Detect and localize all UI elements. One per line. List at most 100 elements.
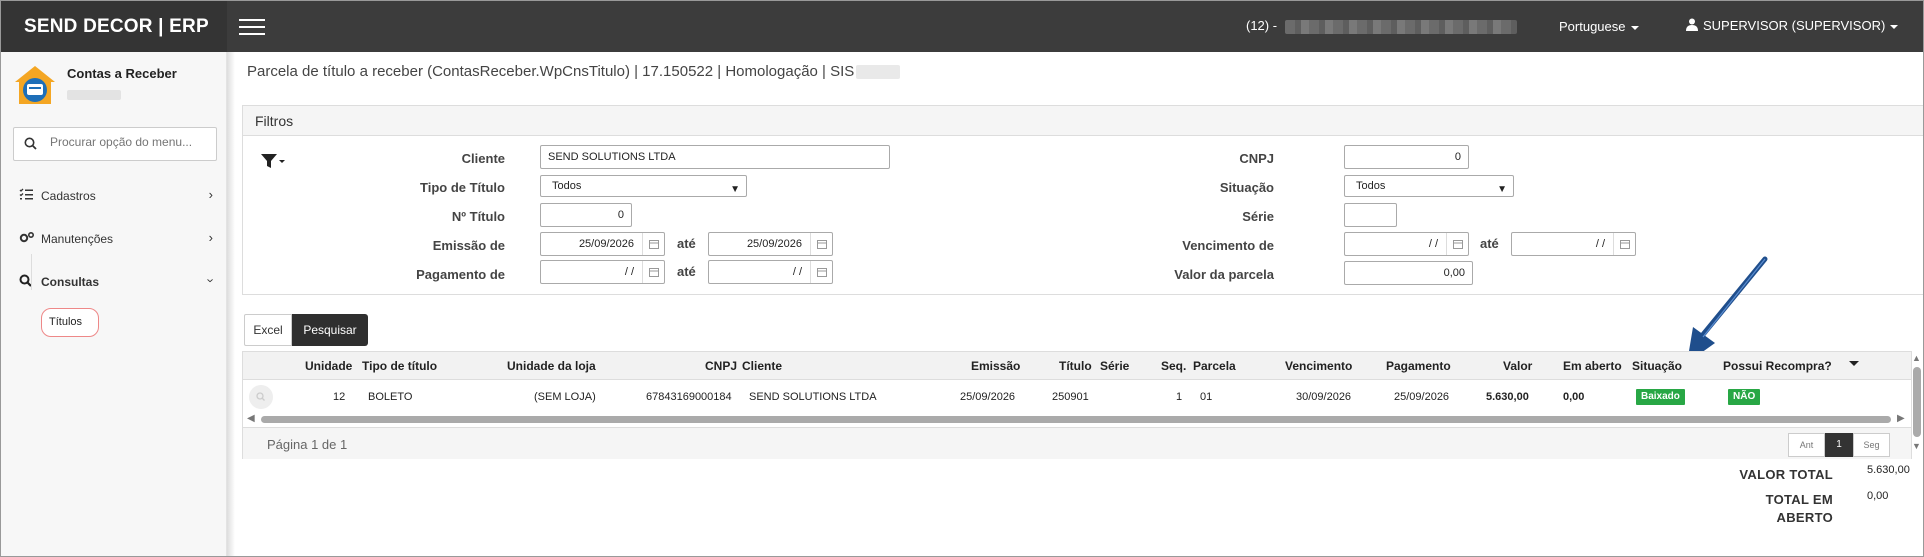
- valor-parcela-field[interactable]: 0,00: [1344, 261, 1473, 285]
- module-title: Contas a Receber: [67, 66, 177, 81]
- calendar-icon[interactable]: [642, 261, 664, 283]
- column-header[interactable]: Cliente: [742, 359, 782, 373]
- sidebar-subitem-label: Títulos: [49, 316, 83, 328]
- language-selector[interactable]: Portuguese: [1559, 19, 1639, 34]
- emissao-from-value: 25/09/2026: [578, 238, 634, 250]
- tipo-titulo-label: Tipo de Título: [420, 180, 505, 195]
- column-menu-icon[interactable]: [1849, 361, 1859, 366]
- results-table: Unidade Tipo de título Unidade da loja C…: [242, 351, 1912, 459]
- horizontal-scrollbar[interactable]: [261, 416, 1891, 423]
- emissao-from-field[interactable]: 25/09/2026: [540, 232, 665, 256]
- table-footer: Página 1 de 1 Ant 1 Seg: [243, 427, 1911, 459]
- cell-loja: (SEM LOJA): [534, 391, 596, 403]
- hamburger-menu-icon[interactable]: [239, 19, 265, 35]
- column-header[interactable]: Série: [1100, 359, 1129, 373]
- pagamento-to-field[interactable]: / /: [708, 260, 833, 284]
- column-header[interactable]: CNPJ: [705, 359, 737, 373]
- cnpj-label: CNPJ: [1239, 151, 1274, 166]
- row-detail-button[interactable]: [249, 385, 273, 409]
- situacao-select[interactable]: Todos ▼: [1344, 175, 1514, 197]
- valor-total-label: VALOR TOTAL: [1739, 467, 1833, 482]
- menu-search-input[interactable]: [50, 135, 210, 149]
- cliente-field[interactable]: SEND SOLUTIONS LTDA: [540, 145, 890, 169]
- column-header[interactable]: Situação: [1632, 359, 1682, 373]
- vencimento-to-value: / /: [1595, 238, 1605, 250]
- vencimento-from-value: / /: [1428, 238, 1438, 250]
- top-bar: SEND DECOR | ERP (12) - Portuguese SUPER…: [1, 1, 1923, 52]
- tipo-titulo-select[interactable]: Todos ▼: [540, 175, 747, 197]
- sidebar-item-label: Cadastros: [41, 189, 96, 203]
- search-button[interactable]: Pesquisar: [292, 314, 368, 346]
- column-header[interactable]: Tipo de título: [362, 359, 437, 373]
- sidebar-item-consultas[interactable]: Consultas ›: [1, 263, 227, 299]
- scroll-right-icon[interactable]: ▶: [1897, 413, 1905, 424]
- cell-cliente: SEND SOLUTIONS LTDA: [749, 391, 877, 403]
- company-selector[interactable]: (12) -: [1246, 18, 1517, 34]
- company-prefix: (12) -: [1246, 18, 1278, 33]
- situacao-label: Situação: [1219, 180, 1274, 195]
- cell-emissao: 25/09/2026: [960, 391, 1016, 403]
- cell-valor: 5.630,00: [1486, 391, 1529, 403]
- column-header[interactable]: Título: [1059, 359, 1092, 373]
- pagamento-from-field[interactable]: / /: [540, 260, 665, 284]
- page-title: Parcela de título a receber (ContasReceb…: [247, 63, 901, 80]
- calendar-icon[interactable]: [642, 233, 664, 255]
- vencimento-to-field[interactable]: / /: [1511, 232, 1636, 256]
- search-icon: [256, 392, 265, 401]
- excel-button[interactable]: Excel: [244, 314, 292, 346]
- column-header[interactable]: Unidade da loja: [507, 359, 596, 373]
- emissao-to-value: 25/09/2026: [746, 238, 802, 250]
- column-header[interactable]: Valor: [1503, 359, 1532, 373]
- column-header[interactable]: Possui Recompra?: [1723, 359, 1832, 373]
- chevron-right-icon: ›: [208, 230, 213, 245]
- calendar-icon[interactable]: [810, 233, 832, 255]
- chevron-down-icon: ›: [203, 278, 219, 283]
- prev-page-button[interactable]: Ant: [1788, 433, 1825, 457]
- chevron-right-icon: ›: [208, 187, 213, 202]
- column-header[interactable]: Vencimento: [1285, 359, 1352, 373]
- column-header[interactable]: Emissão: [971, 359, 1020, 373]
- cell-seq: 1: [1176, 391, 1183, 403]
- serie-label: Série: [1242, 209, 1274, 224]
- valor-parcela-label: Valor da parcela: [1174, 267, 1274, 282]
- user-icon: [1686, 18, 1698, 31]
- user-menu[interactable]: SUPERVISOR (SUPERVISOR): [1686, 18, 1899, 33]
- calendar-icon[interactable]: [1613, 233, 1635, 255]
- sidebar-item-manutencoes[interactable]: Manutenções ›: [1, 220, 227, 256]
- cnpj-field[interactable]: 0: [1344, 145, 1469, 169]
- sidebar-item-cadastros[interactable]: Cadastros ›: [1, 177, 227, 213]
- emissao-to-field[interactable]: 25/09/2026: [708, 232, 833, 256]
- scroll-up-icon[interactable]: ▲: [1912, 353, 1921, 363]
- sidebar: Contas a Receber Cadastros › Manutenções…: [1, 52, 235, 556]
- numero-titulo-field[interactable]: 0: [540, 203, 632, 227]
- scroll-down-icon[interactable]: ▼: [1912, 441, 1921, 451]
- column-header[interactable]: Em aberto: [1563, 359, 1622, 373]
- next-page-button[interactable]: Seg: [1853, 433, 1890, 457]
- column-header[interactable]: Pagamento: [1386, 359, 1451, 373]
- breadcrumb-text: Parcela de título a receber (ContasReceb…: [247, 63, 855, 80]
- language-label: Portuguese: [1559, 19, 1626, 34]
- table-header: Unidade Tipo de título Unidade da loja C…: [243, 352, 1911, 380]
- scroll-left-icon[interactable]: ◀: [247, 413, 255, 424]
- valor-total-value: 5.630,00: [1867, 464, 1910, 476]
- menu-search[interactable]: [13, 127, 217, 161]
- search-icon: [24, 137, 37, 150]
- pagination: Ant 1 Seg: [1788, 433, 1890, 457]
- brand-logo[interactable]: SEND DECOR | ERP: [1, 1, 227, 52]
- sidebar-subitem-titulos[interactable]: Títulos: [41, 308, 99, 337]
- vertical-scrollbar[interactable]: ▲ ▼: [1911, 353, 1923, 457]
- serie-field[interactable]: [1344, 203, 1397, 227]
- calendar-icon[interactable]: [1446, 233, 1468, 255]
- app-window: SEND DECOR | ERP (12) - Portuguese SUPER…: [0, 0, 1924, 557]
- column-header[interactable]: Seq.: [1161, 359, 1186, 373]
- cell-em-aberto: 0,00: [1563, 391, 1585, 403]
- column-header[interactable]: Unidade: [305, 359, 352, 373]
- filter-icon[interactable]: [261, 153, 285, 169]
- pagamento-to-value: / /: [792, 266, 802, 278]
- redacted-company-name: [1284, 19, 1517, 34]
- calendar-icon[interactable]: [810, 261, 832, 283]
- vencimento-label: Vencimento de: [1182, 238, 1274, 253]
- vencimento-from-field[interactable]: / /: [1344, 232, 1469, 256]
- page-1-button[interactable]: 1: [1825, 433, 1853, 457]
- column-header[interactable]: Parcela: [1193, 359, 1236, 373]
